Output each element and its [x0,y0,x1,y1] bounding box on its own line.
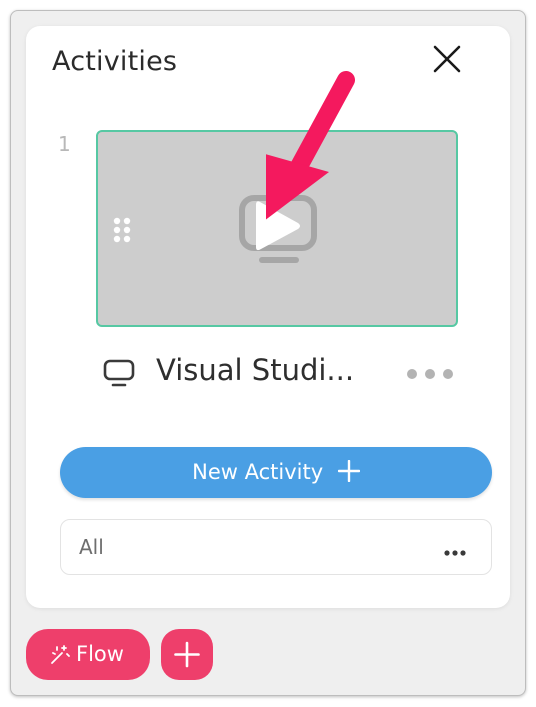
activity-thumbnail[interactable] [96,130,458,327]
plus-icon [174,641,200,668]
activity-item[interactable]: Visual Studi... [102,348,462,392]
panel-title: Activities [52,46,178,77]
add-button[interactable] [161,629,213,680]
filter-dropdown[interactable]: All [60,519,492,575]
new-activity-label: New Activity [192,460,324,484]
close-button[interactable] [430,42,464,76]
flow-button[interactable]: Flow [26,629,150,680]
monitor-icon [102,359,138,389]
plus-icon [337,460,360,482]
new-activity-button[interactable]: New Activity [60,447,492,498]
play-icon [256,201,300,251]
filter-label: All [79,535,104,559]
flow-label: Flow [76,642,124,666]
close-icon [433,45,461,73]
activities-panel: Activities 1 Visual Studi... New Activit… [26,26,510,608]
filter-more-icon[interactable] [443,542,467,556]
more-dots-icon [407,369,453,379]
activity-name: Visual Studi... [156,353,355,387]
drag-handle-icon[interactable] [112,216,132,244]
play-button[interactable] [252,196,304,256]
activity-index: 1 [58,132,71,156]
magic-wand-icon [51,645,70,664]
activity-more-button[interactable] [404,366,456,382]
